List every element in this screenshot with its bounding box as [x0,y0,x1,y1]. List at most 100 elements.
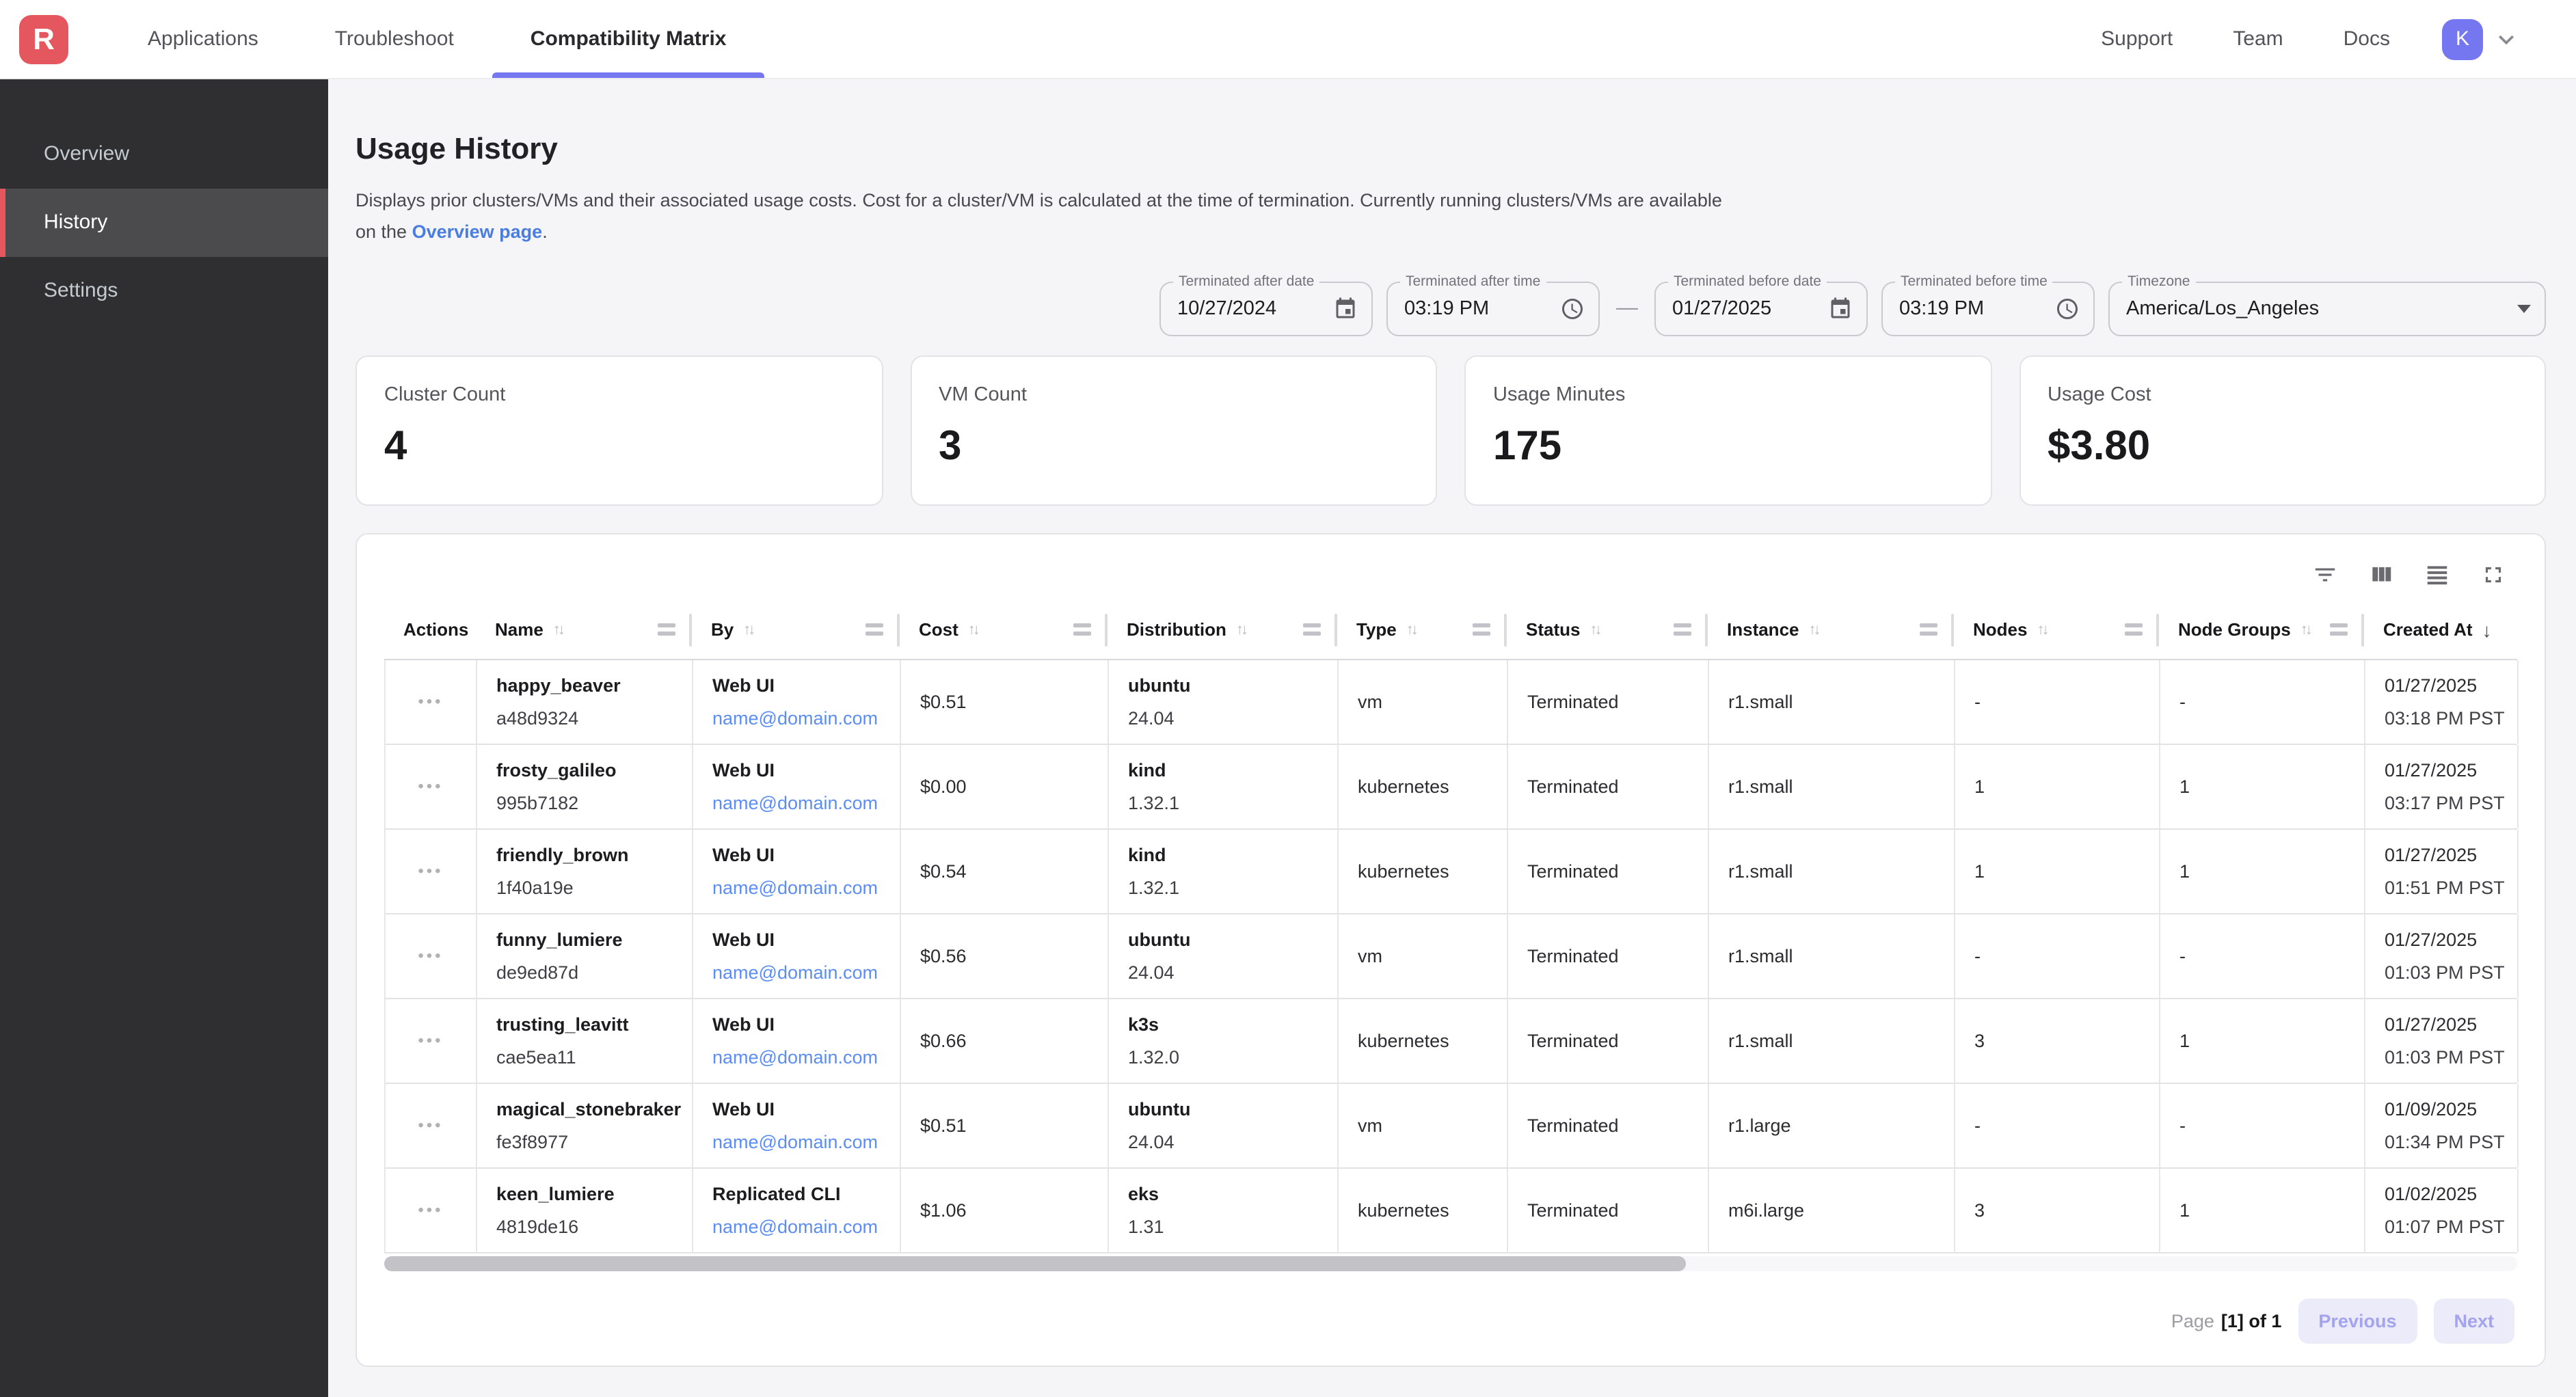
calendar-icon[interactable] [1333,297,1358,321]
created-by-email-link[interactable]: name@domain.com [712,1217,881,1237]
stat-card-usage-cost: Usage Cost$3.80 [2019,355,2546,506]
cell-distribution: k3s1.32.0 [1109,999,1339,1083]
column-label: By [711,620,734,640]
column-header-nodes[interactable]: Nodes↑↓ [1954,601,2159,659]
filter-timezone[interactable]: TimezoneAmerica/Los_Angeles [2108,282,2546,336]
created-by-email-link[interactable]: name@domain.com [712,1132,881,1152]
column-menu-icon[interactable] [1303,624,1321,636]
sidebar-item-settings[interactable]: Settings [0,257,328,325]
filter-terminated-after-date[interactable]: Terminated after date10/27/2024 [1159,282,1373,336]
cluster-name: trusting_leavitt [496,1014,673,1035]
fullscreen-icon[interactable] [2480,562,2506,588]
filter-terminated-after-time[interactable]: Terminated after time03:19 PM [1386,282,1600,336]
column-header-cost[interactable]: Cost↑↓ [900,601,1108,659]
row-actions-button[interactable]: ••• [418,1201,443,1220]
cluster-name: keen_lumiere [496,1184,673,1204]
cell-node-groups: 1 [2160,745,2365,828]
filter-terminated-before-time[interactable]: Terminated before time03:19 PM [1881,282,2095,336]
scrollbar-thumb[interactable] [384,1256,1685,1271]
nav-link-support[interactable]: Support [2071,27,2203,51]
sort-icon: ↑↓ [1589,622,1599,638]
column-header-name[interactable]: Name↑↓ [476,601,692,659]
cell-actions: ••• [386,914,477,998]
row-actions-button[interactable]: ••• [418,1116,443,1135]
cell-distribution: eks1.31 [1109,1169,1339,1252]
filter-list-icon[interactable] [2312,562,2338,588]
app-logo[interactable]: R [19,14,68,64]
nav-link-docs[interactable]: Docs [2313,27,2420,51]
cell-node-groups: 1 [2160,830,2365,913]
sidebar-item-history[interactable]: History [0,189,328,257]
cell-name: frosty_galileo995b7182 [477,745,693,828]
column-label: Name [495,620,544,640]
nav-link-team[interactable]: Team [2203,27,2313,51]
column-menu-icon[interactable] [2125,624,2143,636]
chevron-down-icon[interactable] [2491,24,2521,54]
row-actions-button[interactable]: ••• [418,1031,443,1050]
sort-icon: ↑↓ [1406,622,1416,638]
column-menu-icon[interactable] [1674,624,1691,636]
column-menu-icon[interactable] [1473,624,1490,636]
row-actions-button[interactable]: ••• [418,947,443,966]
created-by-email-link[interactable]: name@domain.com [712,878,881,898]
created-by-email-link[interactable]: name@domain.com [712,1047,881,1068]
previous-page-button[interactable]: Previous [2298,1299,2417,1344]
distribution-name: eks [1128,1184,1318,1204]
user-avatar[interactable]: K [2442,18,2483,59]
column-label: Instance [1727,620,1799,640]
stat-label: Usage Minutes [1493,384,1963,406]
calendar-icon[interactable] [1828,297,1853,321]
column-header-distribution[interactable]: Distribution↑↓ [1108,601,1337,659]
tab-applications[interactable]: Applications [109,0,297,78]
column-menu-icon[interactable] [866,624,883,636]
created-date: 01/27/2025 [2385,1014,2498,1035]
density-icon[interactable] [2424,562,2450,588]
cluster-id: a48d9324 [496,708,673,729]
table-row: •••happy_beavera48d9324Web UIname@domain… [384,660,2517,745]
next-page-button[interactable]: Next [2433,1299,2514,1344]
cell-by: Web UI name@domain.com [693,914,901,998]
horizontal-scrollbar[interactable] [384,1256,2517,1271]
created-by-email-link[interactable]: name@domain.com [712,708,881,729]
cell-status: Terminated [1508,999,1709,1083]
cell-created-at: 01/27/202503:17 PM PST [2365,745,2519,828]
overview-page-link[interactable]: Overview page [412,221,543,242]
created-by-email-link[interactable]: name@domain.com [712,793,881,813]
column-header-type[interactable]: Type↑↓ [1337,601,1507,659]
created-by-email-link[interactable]: name@domain.com [712,962,881,983]
column-menu-icon[interactable] [1073,624,1091,636]
cell-instance: r1.small [1709,830,1955,913]
column-header-status[interactable]: Status↑↓ [1507,601,1708,659]
table-toolbar [384,556,2517,601]
created-by-source: Web UI [712,845,881,865]
column-header-by[interactable]: By↑↓ [692,601,900,659]
cell-actions: ••• [386,830,477,913]
row-actions-button[interactable]: ••• [418,692,443,711]
tab-troubleshoot[interactable]: Troubleshoot [297,0,492,78]
cell-instance: r1.small [1709,999,1955,1083]
view-columns-icon[interactable] [2368,562,2394,588]
cell-type: vm [1339,1084,1508,1167]
column-menu-icon[interactable] [1920,624,1937,636]
clock-icon[interactable] [2055,297,2080,321]
cell-distribution: ubuntu24.04 [1109,914,1339,998]
column-header-node-groups[interactable]: Node Groups↑↓ [2159,601,2364,659]
clock-icon[interactable] [1560,297,1585,321]
created-by-source: Web UI [712,930,881,950]
cell-by: Replicated CLIname@domain.com [693,1169,901,1252]
tab-compatibility-matrix[interactable]: Compatibility Matrix [492,0,765,78]
column-header-created-at[interactable]: Created At↓ [2364,601,2517,659]
distribution-name: ubuntu [1128,675,1318,696]
row-actions-button[interactable]: ••• [418,777,443,796]
cell-status: Terminated [1508,1169,1709,1252]
distribution-version: 24.04 [1128,1132,1318,1152]
column-menu-icon[interactable] [2330,624,2348,636]
column-menu-icon[interactable] [658,624,675,636]
row-actions-button[interactable]: ••• [418,862,443,881]
cluster-id: 995b7182 [496,793,673,813]
filter-terminated-before-date[interactable]: Terminated before date01/27/2025 [1654,282,1868,336]
sort-icon: ↑↓ [2037,622,2046,638]
filter-label: Terminated after date [1173,273,1319,290]
sidebar-item-overview[interactable]: Overview [0,120,328,189]
column-header-instance[interactable]: Instance↑↓ [1708,601,1954,659]
